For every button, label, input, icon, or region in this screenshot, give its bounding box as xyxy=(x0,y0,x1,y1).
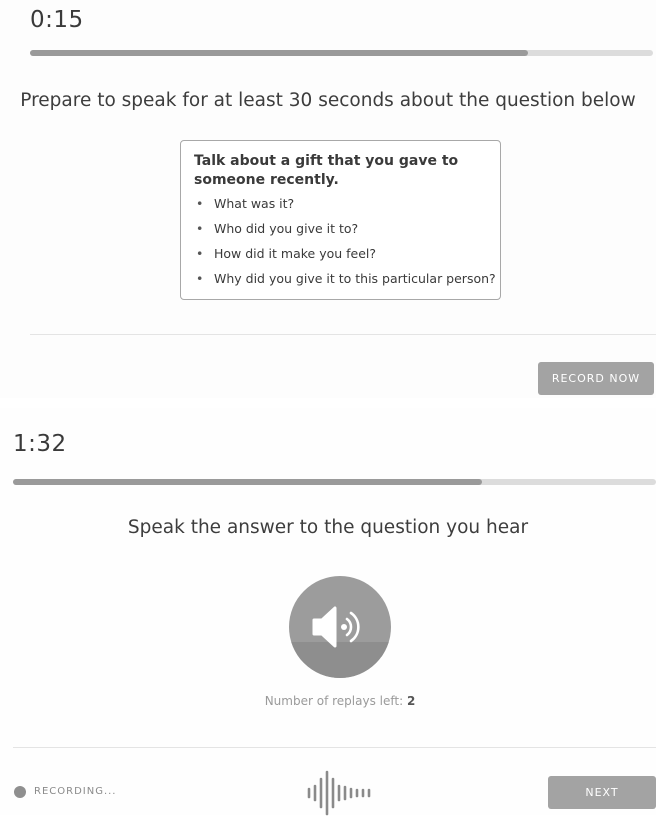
progress-track xyxy=(13,479,656,485)
record-now-button[interactable]: RECORD NOW xyxy=(538,362,654,395)
question-card: Talk about a gift that you gave to someo… xyxy=(180,140,501,300)
recording-status: RECORDING... xyxy=(34,786,117,797)
recording-indicator-icon xyxy=(14,786,26,798)
waveform-icon xyxy=(307,770,371,816)
instruction-text: Speak the answer to the question you hea… xyxy=(127,517,529,538)
bullet-item: What was it? xyxy=(194,196,496,221)
speaker-icon xyxy=(312,606,360,648)
countdown-timer: 1:32 xyxy=(13,431,67,457)
question-bullets: What was it? Who did you give it to? How… xyxy=(194,196,496,296)
next-button[interactable]: NEXT xyxy=(548,776,656,809)
bullet-item: How did it make you feel? xyxy=(194,246,496,271)
instruction-text: Prepare to speak for at least 30 seconds… xyxy=(20,90,636,111)
replays-label: Number of replays left: xyxy=(264,694,404,708)
play-audio-button[interactable] xyxy=(289,576,391,678)
progress-fill xyxy=(30,50,529,56)
question-title: Talk about a gift that you gave to someo… xyxy=(194,153,459,188)
divider xyxy=(13,747,656,748)
divider xyxy=(30,334,656,335)
progress-track xyxy=(30,50,653,56)
replays-count: 2 xyxy=(406,694,416,708)
bullet-item: Why did you give it to this particular p… xyxy=(194,271,496,296)
replays-info: Number of replays left: 2 xyxy=(0,694,656,708)
prepare-panel: 0:15 Prepare to speak for at least 30 se… xyxy=(0,0,656,398)
bullet-item: Who did you give it to? xyxy=(194,221,496,246)
countdown-timer: 0:15 xyxy=(30,7,84,33)
progress-fill xyxy=(13,479,483,485)
